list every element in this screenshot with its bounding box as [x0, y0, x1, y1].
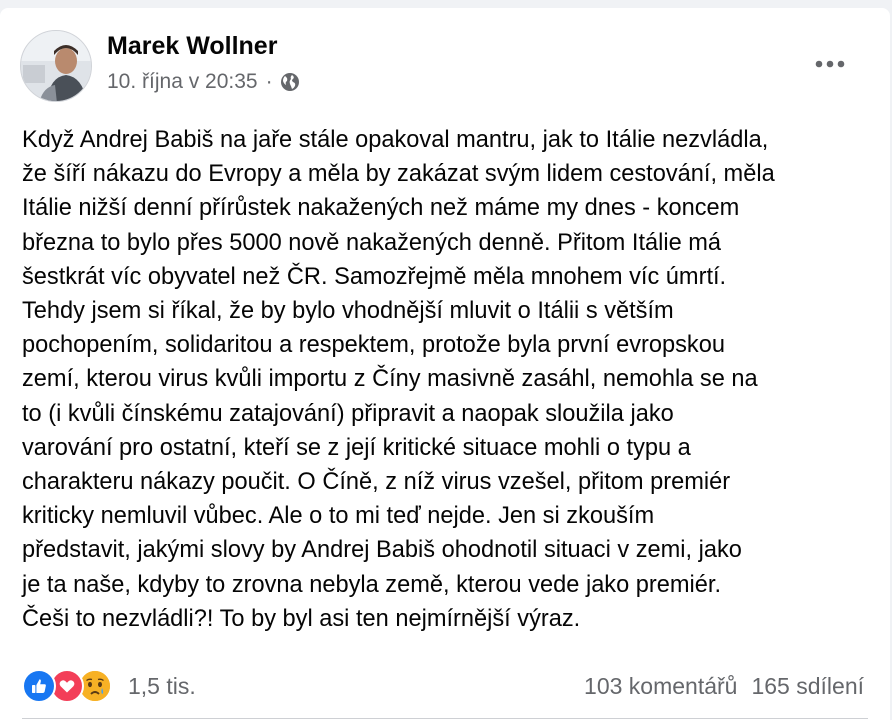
author-name[interactable]: Marek Wollner: [107, 32, 277, 61]
post-footer: 1,5 tis. 103 komentářů 165 sdílení: [22, 664, 864, 708]
post-text-line: Češi to nezvládli?! To by byl asi ten ne…: [22, 605, 581, 632]
post-text-line: zemí, kterou virus kvůli importu z Číny …: [22, 366, 758, 393]
engagement-stats: 103 komentářů 165 sdílení: [584, 673, 864, 700]
post-meta: 10. října v 20:35 ·: [107, 68, 300, 96]
author-avatar[interactable]: [20, 30, 92, 102]
post-text-line: to (i kvůli čínskému zatajování) připrav…: [22, 400, 674, 427]
reaction-count[interactable]: 1,5 tis.: [128, 673, 196, 700]
post-text-line: představit, jakými slovy by Andrej Babiš…: [22, 537, 742, 564]
post-text-line: Když Andrej Babiš na jaře stále opakoval…: [22, 127, 769, 153]
post-text-line: je ta naše, kdyby to zrovna nebyla země,…: [22, 571, 722, 598]
post-text-line: března to bylo přes 5000 nově nakažených…: [22, 229, 722, 256]
more-options-button[interactable]: [808, 46, 852, 82]
post-text: Když Andrej Babiš na jaře stále opakoval…: [22, 123, 872, 636]
globe-icon[interactable]: [280, 72, 300, 92]
post-text-line: Itálie nižší denní přírůstek nakažených …: [22, 195, 740, 222]
shares-count[interactable]: 165 sdílení: [751, 673, 864, 700]
post-text-line: varování pro ostatní, kteří se z její kr…: [22, 434, 691, 461]
post-text-line: kriticky nemluvil vůbec. Ale o to mi teď…: [22, 503, 655, 530]
footer-divider: [22, 718, 868, 719]
post-text-line: Tehdy jsem si říkal, že by bylo vhodnějš…: [22, 298, 674, 325]
post-text-line: že šíří nákazu do Evropy a měla by zakáz…: [22, 161, 775, 188]
like-icon: [22, 669, 56, 703]
post-text-line: pochopením, solidaritou a respektem, pro…: [22, 332, 725, 359]
avatar-photo: [21, 31, 91, 101]
post-text-line: šestkrát víc obyvatel než ČR. Samozřejmě…: [22, 263, 727, 290]
meta-separator: ·: [265, 70, 273, 93]
more-options-icon: [815, 60, 845, 68]
reactions-summary[interactable]: 1,5 tis.: [22, 669, 196, 703]
post-timestamp[interactable]: 10. října v 20:35: [107, 70, 258, 94]
comments-count[interactable]: 103 komentářů: [584, 673, 737, 700]
post-text-line: charakteru nákazy poučit. O Číně, z níž …: [22, 469, 731, 496]
reaction-icons: [22, 669, 112, 703]
post-card: Marek Wollner 10. října v 20:35 · Když A…: [0, 8, 890, 720]
